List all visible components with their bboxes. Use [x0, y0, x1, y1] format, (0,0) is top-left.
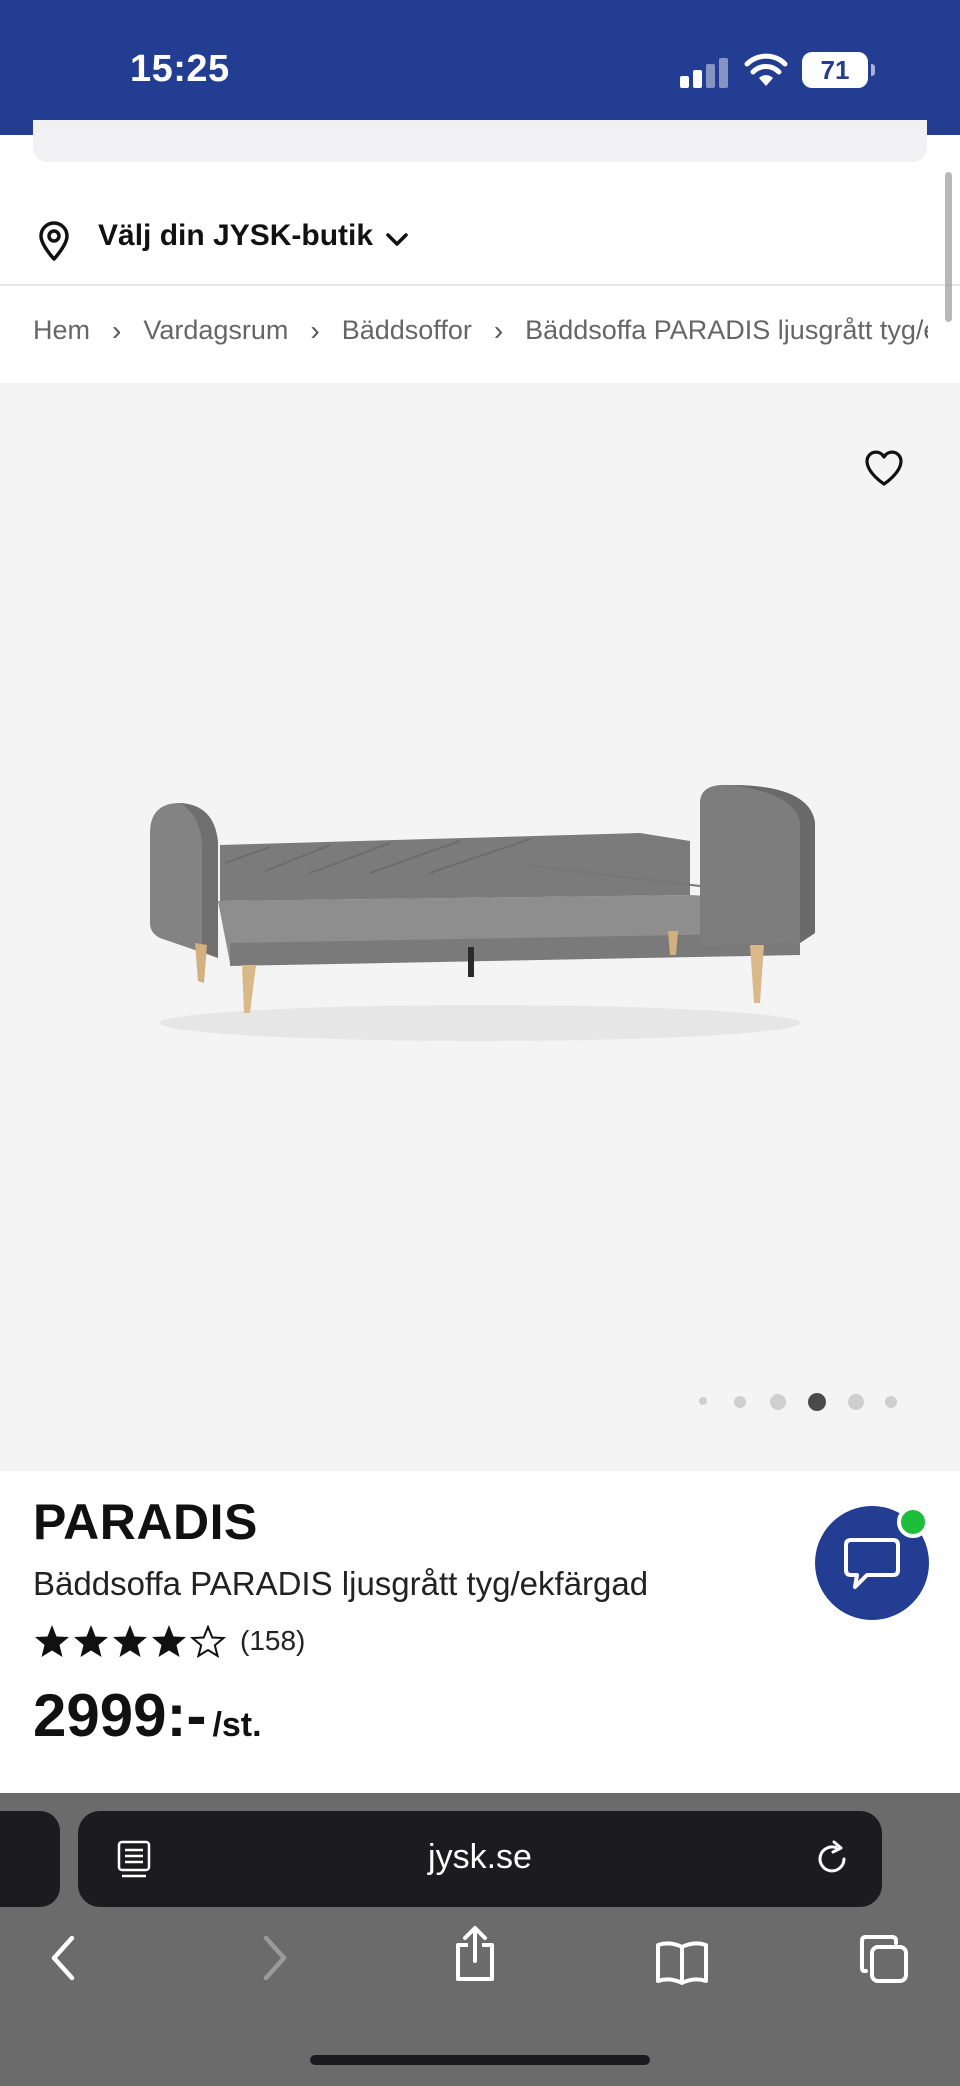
chevron-down-icon — [386, 233, 408, 246]
star-filled-icon — [152, 1625, 186, 1657]
price: 2999:-/st. — [33, 1681, 262, 1750]
status-time: 15:25 — [130, 48, 230, 90]
breadcrumb: Hem › Vardagsrum › Bäddsoffor › Bäddsoffa PARA… — [33, 314, 928, 354]
battery-level: 71 — [820, 55, 850, 85]
heart-icon[interactable] — [863, 448, 905, 488]
price-value: 2999:- — [33, 1682, 207, 1749]
review-count[interactable]: (158) — [240, 1625, 305, 1657]
price-unit: /st. — [212, 1706, 262, 1744]
breadcrumb-item-current: Bäddsoffa PARADIS ljusgrått tyg/e — [525, 315, 928, 346]
breadcrumb-item-living-room[interactable]: Vardagsrum — [143, 315, 288, 346]
previous-tab[interactable] — [0, 1811, 60, 1907]
url-text: jysk.se — [428, 1838, 532, 1876]
location-pin-icon — [39, 221, 69, 261]
pagination-dot[interactable] — [734, 1396, 746, 1408]
bookmarks-icon[interactable] — [654, 1939, 710, 1985]
home-indicator[interactable] — [310, 2055, 650, 2065]
chevron-right-icon: › — [493, 314, 504, 346]
status-bar: 15:25 71 — [0, 0, 960, 135]
divider — [0, 284, 960, 286]
battery-icon: 71 — [802, 52, 875, 88]
online-indicator — [897, 1506, 929, 1538]
product-image — [150, 784, 815, 1041]
chat-button[interactable] — [815, 1506, 929, 1620]
browser-toolbar: jysk.se — [0, 1793, 960, 2086]
pagination-dot[interactable] — [699, 1397, 707, 1405]
chat-bubble-icon — [844, 1538, 900, 1589]
address-bar[interactable]: jysk.se — [78, 1811, 882, 1907]
product-brand: PARADIS — [33, 1494, 258, 1550]
reload-icon[interactable] — [812, 1839, 852, 1879]
page: 15:25 71 Välj din JYSK-butik Hem › Varda… — [0, 0, 960, 2086]
chevron-right-icon: › — [310, 314, 320, 346]
tabs-icon[interactable] — [858, 1933, 910, 1985]
gallery-pagination[interactable] — [696, 1391, 897, 1411]
wifi-icon — [744, 53, 788, 86]
pagination-dot[interactable] — [770, 1394, 786, 1410]
star-filled-icon — [74, 1625, 108, 1657]
product-info: PARADIS Bäddsoffa PARADIS ljusgrått tyg/… — [0, 1471, 960, 1793]
star-empty-icon — [189, 1624, 227, 1659]
rating[interactable]: (158) — [33, 1621, 305, 1661]
breadcrumb-item-home[interactable]: Hem — [33, 315, 90, 346]
share-icon[interactable] — [452, 1925, 498, 1983]
star-filled-icon — [35, 1625, 69, 1657]
back-icon[interactable] — [46, 1933, 80, 1983]
store-label: Välj din JYSK-butik — [98, 219, 374, 252]
scrollbar[interactable] — [945, 172, 952, 322]
store-selector[interactable]: Välj din JYSK-butik — [0, 205, 960, 285]
product-gallery[interactable] — [0, 383, 960, 1471]
pagination-dot[interactable] — [848, 1394, 864, 1410]
signal-icon — [680, 58, 730, 88]
pagination-dot-active[interactable] — [808, 1393, 826, 1411]
pagination-dot[interactable] — [885, 1396, 897, 1408]
star-filled-icon — [113, 1625, 147, 1657]
product-name: Bäddsoffa PARADIS ljusgrått tyg/ekfärgad — [33, 1565, 649, 1602]
search-bar[interactable] — [33, 120, 927, 162]
chevron-right-icon: › — [112, 314, 122, 346]
forward-icon[interactable] — [258, 1933, 292, 1983]
breadcrumb-item-sofa-beds[interactable]: Bäddsoffor — [342, 315, 472, 346]
